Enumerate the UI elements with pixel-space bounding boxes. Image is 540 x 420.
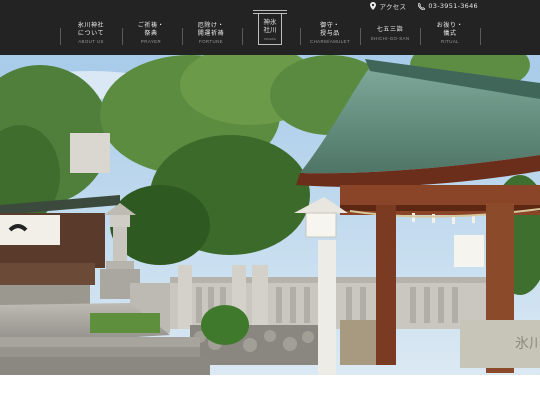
- nav-item-fortune[interactable]: 厄除け・ 開運祈祷 FORTUNE: [186, 22, 236, 50]
- nav-item-label: 厄除け・ 開運祈祷: [197, 22, 225, 37]
- phone-number: 03-3951-3646: [428, 2, 478, 10]
- nav-divider: [360, 28, 361, 45]
- nav-divider: [122, 28, 123, 45]
- nav-item-label: お祓り・ 儀式: [436, 22, 464, 37]
- nav-item-label: 氷川神社 について: [77, 22, 105, 37]
- hero-photo: 氷川: [0, 55, 540, 375]
- nav-item-sublabel: ABOUT US: [78, 39, 104, 44]
- logo-text: 神氷 社川: [263, 18, 277, 34]
- nav-divider: [480, 28, 481, 45]
- site-header: アクセス 03-3951-3646 神氷 社川 HIKAWA 氷川神社 について…: [0, 0, 540, 55]
- nav-item-sublabel: RITUAL: [440, 39, 459, 44]
- site-logo[interactable]: 神氷 社川 HIKAWA: [253, 10, 287, 46]
- below-hero-blank: [0, 375, 540, 420]
- nav-item-label: 七五三詣: [376, 26, 404, 33]
- nav-item-sublabel: SHICHI-GO-SAN: [370, 35, 410, 41]
- nav-item-charm[interactable]: 御守・ 授与品 CHARM/AMULET: [302, 22, 358, 50]
- nav-divider: [242, 28, 243, 45]
- nav-item-sublabel: PRAYER: [140, 39, 162, 44]
- shrub: [201, 305, 249, 345]
- shrine-illustration: 氷川: [0, 55, 540, 375]
- header-utility-bar: アクセス 03-3951-3646: [370, 1, 478, 11]
- logo-subtext: HIKAWA: [264, 37, 276, 41]
- nav-item-shichigosan[interactable]: 七五三詣 SHICHI-GO-SAN: [362, 22, 418, 50]
- nav-item-about[interactable]: 氷川神社 について ABOUT US: [66, 22, 116, 50]
- nav-divider: [60, 28, 61, 45]
- nav-item-sublabel: FORTUNE: [199, 39, 223, 44]
- phone-link[interactable]: 03-3951-3646: [418, 2, 478, 10]
- phone-icon: [418, 2, 426, 10]
- nav-item-label: ご祈祷・ 祭典: [137, 22, 165, 37]
- stone-inscription: 氷川: [515, 336, 540, 352]
- nav-divider: [182, 28, 183, 45]
- nav-divider: [420, 28, 421, 45]
- nav-item-label: 御守・ 授与品: [320, 22, 340, 37]
- map-pin-icon: [370, 2, 377, 10]
- nav-divider: [300, 28, 301, 45]
- nav-item-ritual[interactable]: お祓り・ 儀式 RITUAL: [422, 22, 478, 50]
- access-link[interactable]: アクセス: [370, 1, 406, 11]
- nav-item-sublabel: CHARM/AMULET: [310, 39, 350, 44]
- access-label: アクセス: [379, 3, 407, 11]
- nav-item-prayer[interactable]: ご祈祷・ 祭典 PRAYER: [126, 22, 176, 50]
